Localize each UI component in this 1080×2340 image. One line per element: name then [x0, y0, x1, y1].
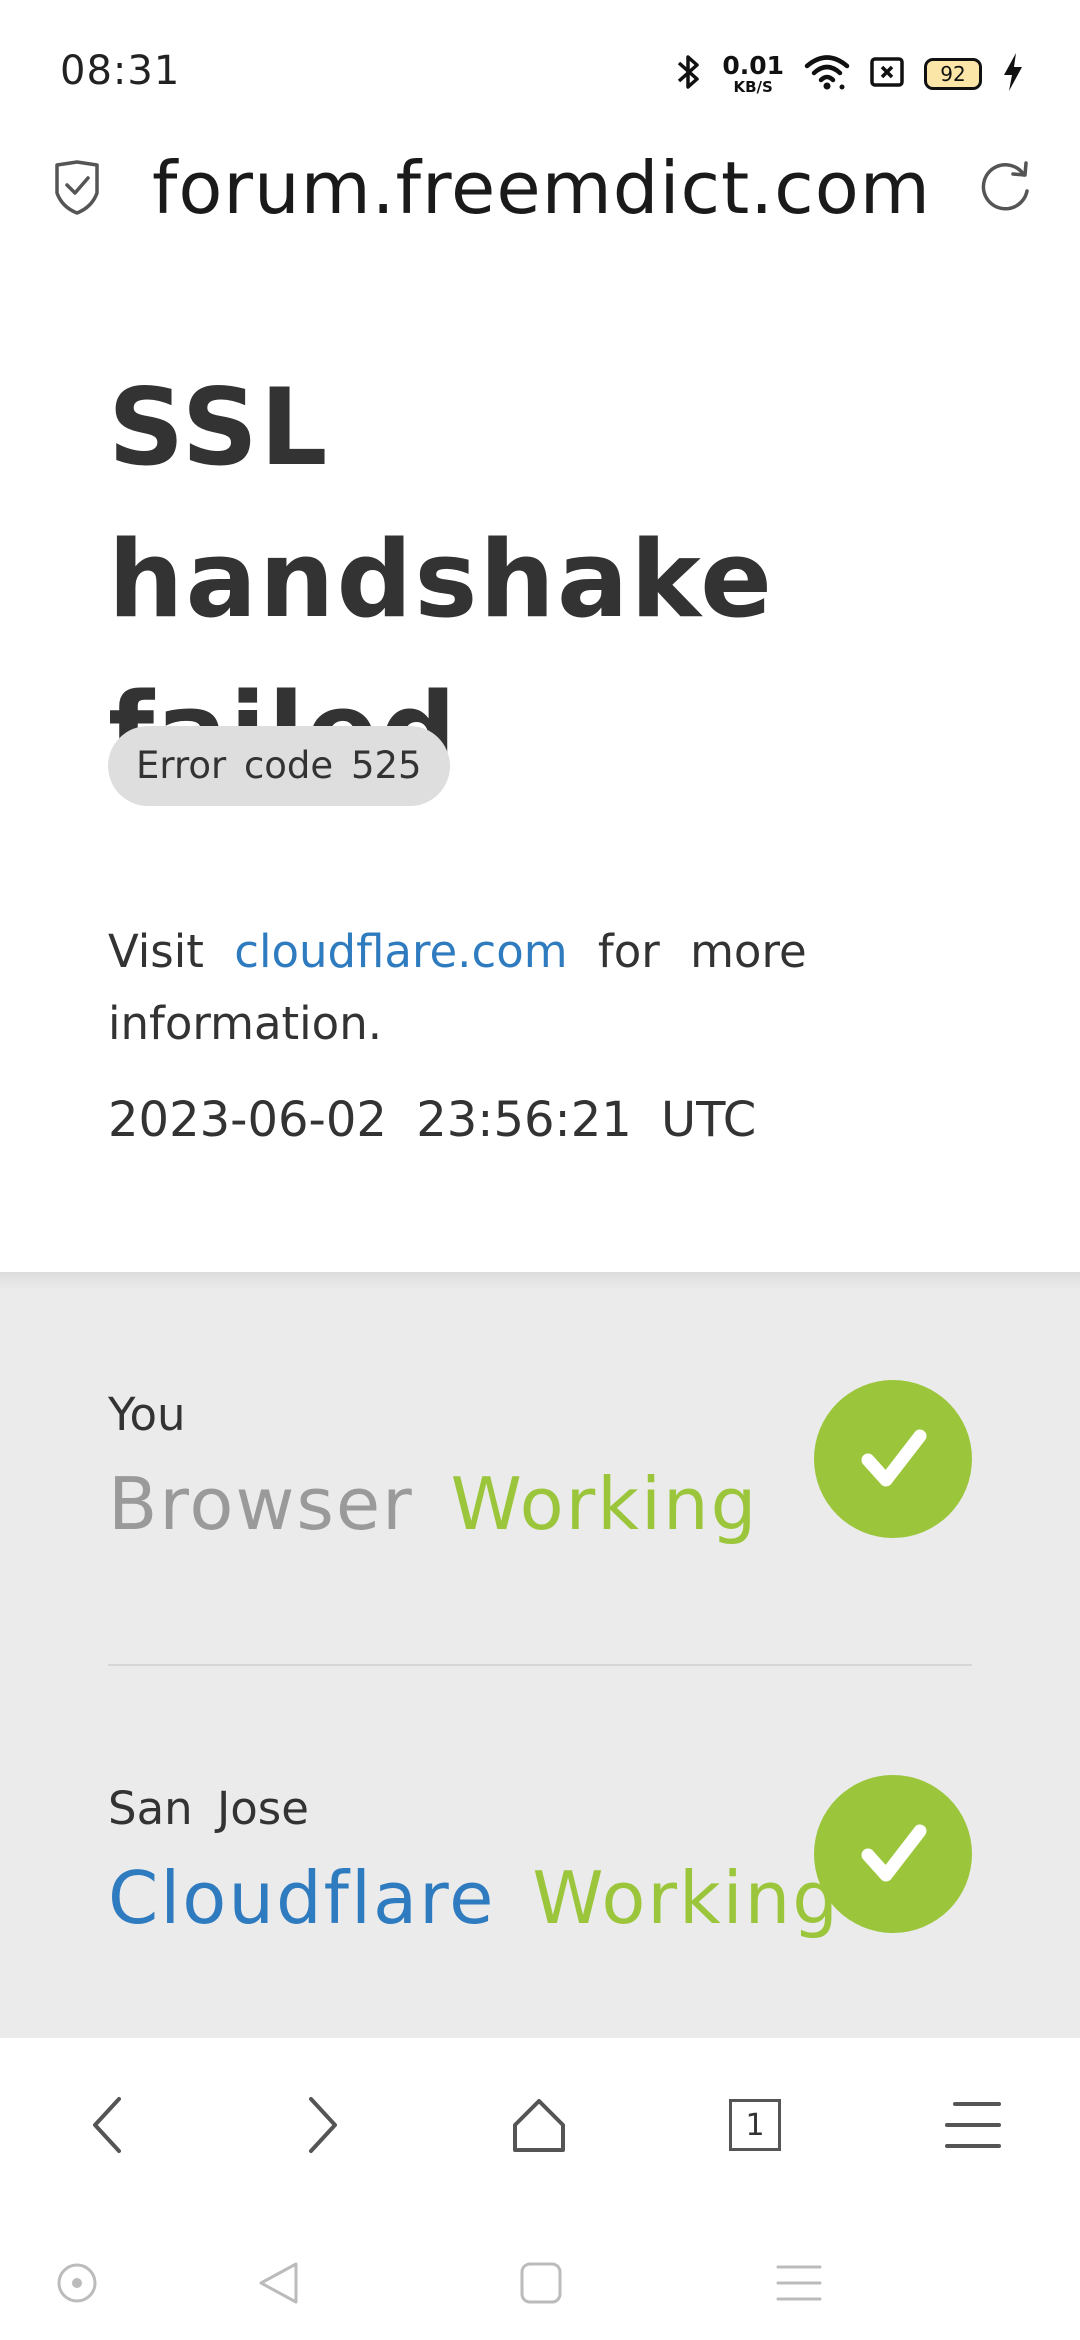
address-bar[interactable]: forum.freemdict.com [0, 140, 1080, 246]
battery-icon: 92 [924, 58, 982, 90]
tab-count: 1 [729, 2099, 781, 2151]
menu-icon[interactable] [928, 2080, 1018, 2170]
battery-level: 92 [940, 62, 966, 86]
error-code-badge: Error code 525 [108, 726, 450, 806]
info-text: Visit cloudflare.com for more informatio… [108, 916, 808, 1060]
menu-lines-icon[interactable] [764, 2248, 834, 2318]
browser-check-icon [814, 1380, 972, 1538]
wifi-icon [804, 53, 850, 95]
assistant-icon[interactable] [42, 2248, 112, 2318]
panel-shadow [0, 1272, 1080, 1290]
cloudflare-status: Cloudflare Working [108, 1856, 840, 1940]
error-timestamp: 2023-06-02 23:56:21 UTC [108, 1092, 757, 1148]
info-prefix: Visit [108, 925, 204, 978]
browser-toolbar: 1 [0, 2038, 1080, 2228]
network-speed: 0.01 KB/S [722, 53, 784, 95]
status-time: 08:31 [60, 48, 181, 94]
bluetooth-icon [676, 52, 702, 96]
home-icon[interactable] [494, 2080, 584, 2170]
cloudflare-working: Working [532, 1856, 841, 1940]
recents-square-icon[interactable] [506, 2248, 576, 2318]
reload-icon[interactable] [976, 158, 1034, 216]
location-caption: San Jose [108, 1782, 309, 1835]
sim-off-icon [870, 56, 904, 92]
status-icons: 0.01 KB/S 92 [676, 52, 1024, 96]
system-nav-bar [0, 2228, 1080, 2340]
status-divider [108, 1664, 972, 1666]
shield-check-icon[interactable] [54, 160, 100, 216]
charging-icon [1002, 52, 1024, 96]
cloudflare-check-icon [814, 1775, 972, 1933]
status-bar: 08:31 0.01 KB/S 92 [0, 0, 1080, 140]
you-caption: You [108, 1388, 186, 1441]
back-icon[interactable] [62, 2080, 152, 2170]
cloudflare-label: Cloudflare [108, 1856, 496, 1940]
back-triangle-icon[interactable] [244, 2248, 314, 2318]
cloudflare-link[interactable]: cloudflare.com [234, 925, 567, 978]
browser-working: Working [450, 1462, 759, 1546]
tabs-icon[interactable]: 1 [710, 2080, 800, 2170]
network-speed-unit: KB/S [733, 78, 773, 96]
browser-label: Browser [108, 1462, 414, 1546]
url-field[interactable]: forum.freemdict.com [152, 146, 931, 230]
browser-status: Browser Working [108, 1462, 758, 1546]
network-speed-value: 0.01 [722, 51, 784, 80]
forward-icon[interactable] [278, 2080, 368, 2170]
